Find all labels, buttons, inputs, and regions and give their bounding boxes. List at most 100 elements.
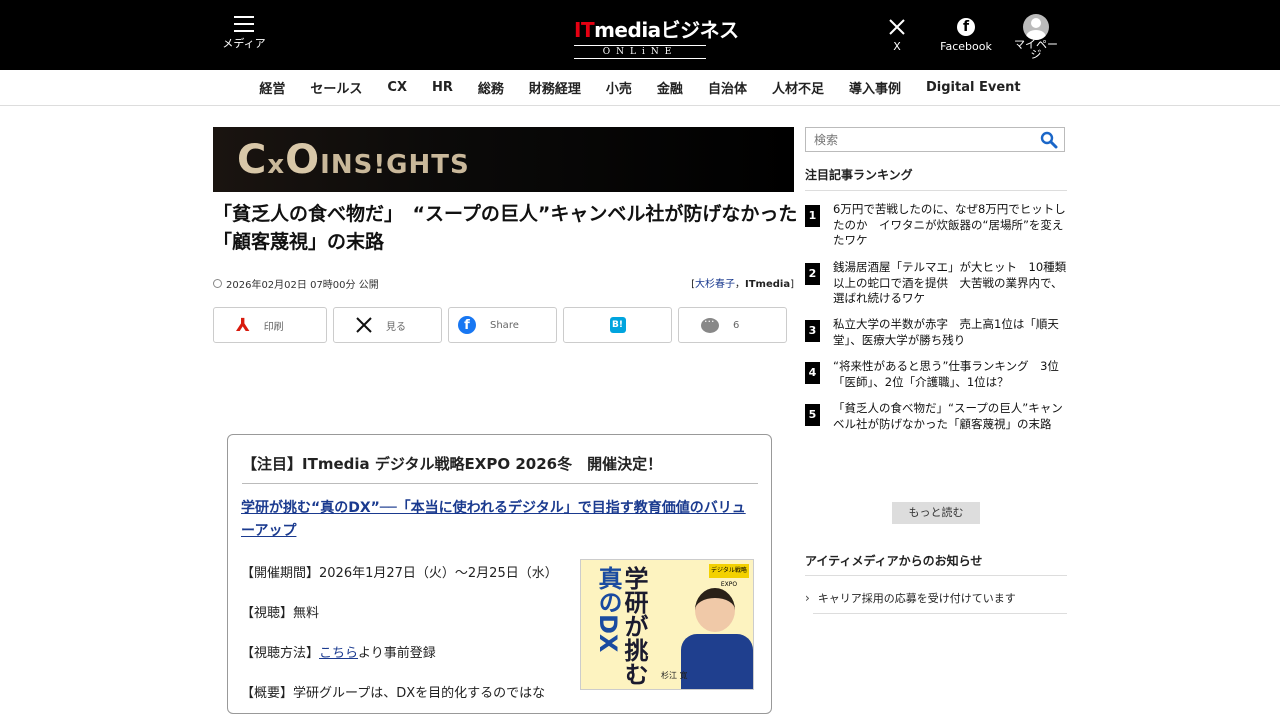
banner-o: O — [285, 136, 321, 183]
ranking-divider — [805, 190, 1067, 191]
logo-main-text: ITmediaビジネス — [574, 14, 739, 43]
logo-subtitle: ONLiNE — [574, 45, 706, 59]
ranking-title: 注目記事ランキング — [805, 168, 913, 182]
chevron-right-icon: › — [805, 591, 810, 605]
rank-article-link[interactable]: 6万円で苦戦したのに、なぜ8万円でヒットしたのか イワタニが炊飯器の“居場所”を… — [833, 202, 1067, 249]
print-button[interactable]: ⅄ 印刷 — [213, 307, 327, 343]
nav-item-jinzai[interactable]: 人材不足 — [772, 78, 824, 97]
expo-promo-box: 【注目】ITmedia デジタル戦略EXPO 2026冬 開催決定！ 学研が挑む… — [227, 434, 772, 714]
promo-image-title-1: 学研が挑む — [620, 566, 648, 686]
author-org: ITmedia — [745, 279, 791, 290]
notice-link-text: キャリア採用の応募を受け付けています — [817, 592, 1016, 605]
mypage-link[interactable]: マイページ — [1012, 13, 1060, 61]
facebook-icon: f — [938, 16, 994, 38]
promo-method: 【視聴方法】こちらより事前登録 — [241, 642, 436, 661]
nav-item-retail[interactable]: 小売 — [606, 78, 632, 97]
site-logo[interactable]: ITmediaビジネス ONLiNE — [574, 14, 739, 59]
x-label: X — [893, 40, 901, 53]
notice-link[interactable]: › キャリア採用の応募を受け付けています — [805, 590, 1016, 606]
nav-item-hr[interactable]: HR — [432, 80, 453, 95]
facebook-share-button[interactable]: f Share — [448, 307, 557, 343]
banner-x: x — [267, 149, 286, 180]
promo-image-badge: デジタル戦略EXPO — [709, 564, 749, 588]
notice-title: アイティメディアからのお知らせ — [805, 554, 983, 568]
facebook-icon: f — [458, 316, 476, 334]
bracket-close: ] — [790, 279, 794, 290]
logo-it: IT — [574, 18, 595, 42]
cxo-insights-banner[interactable]: CxOINS!GHTS — [213, 127, 794, 192]
promo-period: 【開催期間】2026年1月27日（火）～2月25日（水） — [241, 566, 558, 581]
nav-item-finance-accounting[interactable]: 財務経理 — [529, 78, 581, 97]
mypage-label: マイページ — [1014, 38, 1058, 61]
rank-article-link[interactable]: 私立大学の半数が赤字 売上高1位は「順天堂」、医療大学が勝ち残り — [833, 317, 1067, 348]
facebook-label: Facebook — [940, 40, 992, 53]
search-box — [805, 127, 1065, 152]
comment-count: 6 — [733, 319, 740, 331]
promo-fee: 【視聴】無料 — [241, 606, 320, 621]
search-icon[interactable] — [1040, 131, 1058, 149]
x-icon — [884, 16, 910, 38]
share-toolbar: ⅄ 印刷 見る f Share B! 6 — [213, 307, 793, 343]
nav-item-kinyu[interactable]: 金融 — [657, 78, 683, 97]
read-more-button[interactable]: もっと読む — [892, 502, 980, 524]
nav-item-cases[interactable]: 導入事例 — [849, 78, 901, 97]
rank-article-link[interactable]: 銭湯居酒屋「テルマエ」が大ヒット 10種類以上の蛇口で酒を提供 大苦戦の業界内で… — [833, 260, 1067, 307]
media-menu-button[interactable]: メディア — [222, 16, 266, 51]
promo-register-link[interactable]: こちら — [319, 646, 358, 661]
banner-logo: CxOINS!GHTS — [237, 137, 470, 183]
promo-method-prefix: 【視聴方法】 — [241, 646, 320, 661]
author-byline: [大杉春子，ITmedia] — [690, 275, 794, 290]
x-share-label: 見る — [386, 321, 406, 333]
promo-speaker-image[interactable]: 学研が挑む真のDX デジタル戦略EXPO 杉江 寛 — [580, 559, 754, 690]
logo-media: mediaビジネス — [594, 18, 739, 42]
comment-bubble-icon — [701, 315, 719, 333]
top-header: メディア ITmediaビジネス ONLiNE X f Facebook マイペ… — [0, 0, 1280, 70]
author-link[interactable]: 大杉春子 — [695, 279, 735, 290]
promo-image-title-2: 真のDX — [594, 566, 622, 653]
article-title: 「貧乏人の食べ物だ」 “スープの巨人”キャンベル社が防げなかった「顧客蔑視」の末… — [213, 203, 798, 253]
publish-date: 2026年02月02日 07時00分 公開 — [213, 276, 379, 291]
pdf-icon: ⅄ — [236, 314, 250, 336]
ranking-item[interactable]: 3 私立大学の半数が赤字 売上高1位は「順天堂」、医療大学が勝ち残り — [805, 317, 1067, 348]
facebook-header-link[interactable]: f Facebook — [938, 16, 994, 53]
rank-number: 3 — [805, 320, 820, 342]
author-separator: ， — [735, 279, 746, 290]
promo-session-link[interactable]: 学研が挑む“真のDX”──「本当に使われるデジタル」で目指す教育価値のバリューア… — [241, 497, 757, 543]
ranking-item[interactable]: 5 「貧乏人の食べ物だ」“スープの巨人”キャンベル社が防げなかった「顧客蔑視」の… — [805, 401, 1067, 432]
media-menu-label: メディア — [222, 37, 266, 50]
rank-article-link[interactable]: 「貧乏人の食べ物だ」“スープの巨人”キャンベル社が防げなかった「顧客蔑視」の末路 — [833, 401, 1067, 432]
clock-icon — [213, 279, 222, 288]
nav-item-digital-event[interactable]: Digital Event — [926, 80, 1021, 95]
rank-number: 4 — [805, 362, 820, 384]
notice-divider — [805, 575, 1067, 576]
nav-item-soumu[interactable]: 総務 — [478, 78, 504, 97]
speaker-name: 杉江 寛 — [661, 671, 688, 680]
hatena-bookmark-button[interactable]: B! — [563, 307, 672, 343]
user-avatar-icon — [1012, 13, 1060, 40]
promo-image-title: 学研が挑む真のDX — [594, 566, 648, 689]
ranking-item[interactable]: 2 銭湯居酒屋「テルマエ」が大ヒット 10種類以上の蛇口で酒を提供 大苦戦の業界… — [805, 260, 1067, 307]
nav-item-keiei[interactable]: 経営 — [259, 78, 285, 97]
category-nav: 経営 セールス CX HR 総務 財務経理 小売 金融 自治体 人材不足 導入事… — [0, 70, 1280, 106]
rank-number: 1 — [805, 205, 820, 227]
ranking-item[interactable]: 1 6万円で苦戦したのに、なぜ8万円でヒットしたのか イワタニが炊飯器の“居場所… — [805, 202, 1067, 249]
comments-button[interactable]: 6 — [678, 307, 787, 343]
ranking-item[interactable]: 4 “将来性があると思う”仕事ランキング 3位「医師」、2位「介護職」、1位は？ — [805, 359, 1067, 390]
nav-item-jichitai[interactable]: 自治体 — [708, 78, 747, 97]
x-header-link[interactable]: X — [884, 16, 910, 53]
search-input[interactable] — [806, 128, 1064, 151]
nav-item-sales[interactable]: セールス — [310, 78, 362, 97]
print-label: 印刷 — [263, 321, 284, 333]
promo-heading: 【注目】ITmedia デジタル戦略EXPO 2026冬 開催決定！ — [242, 453, 758, 484]
speaker-photo — [679, 582, 753, 689]
banner-c: C — [237, 136, 268, 183]
x-share-button[interactable]: 見る — [333, 307, 442, 343]
rank-article-link[interactable]: “将来性があると思う”仕事ランキング 3位「医師」、2位「介護職」、1位は？ — [833, 359, 1067, 390]
notice-bottom-divider — [813, 613, 1067, 614]
hamburger-icon — [234, 16, 254, 32]
hatena-bookmark-icon: B! — [609, 317, 626, 333]
x-icon — [356, 317, 372, 333]
publish-date-text: 2026年02月02日 07時00分 公開 — [226, 280, 379, 291]
nav-item-cx[interactable]: CX — [387, 80, 407, 95]
rank-number: 5 — [805, 404, 820, 426]
